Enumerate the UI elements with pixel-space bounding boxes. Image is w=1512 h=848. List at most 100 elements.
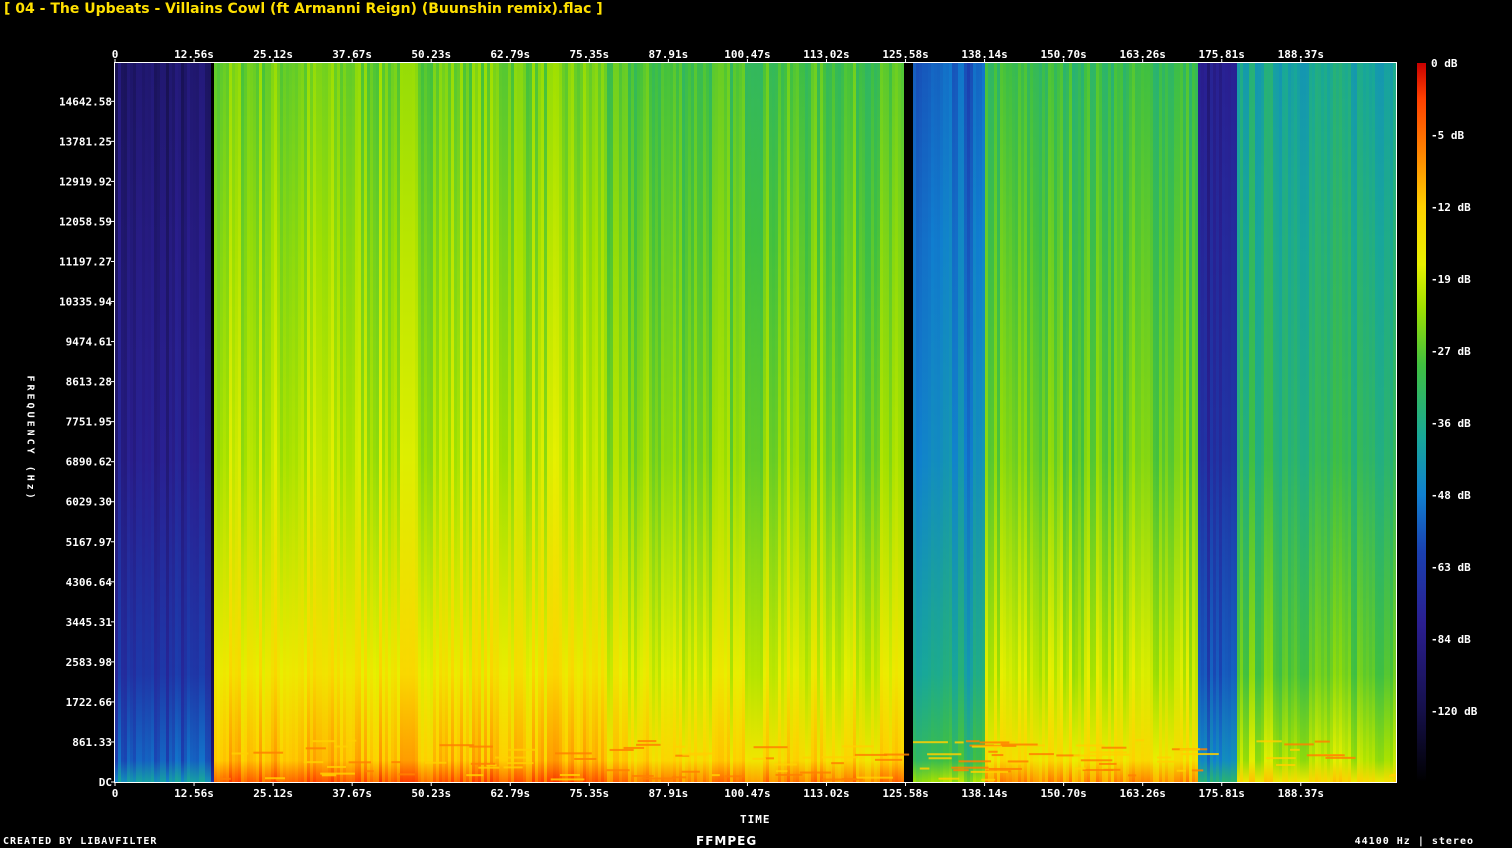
spectrogram-column: [604, 63, 607, 782]
spectrogram-column: [772, 63, 775, 782]
spectrogram-column: [1072, 63, 1075, 782]
spectrogram-column: [751, 63, 754, 782]
spectrogram-column: [1258, 63, 1261, 782]
spectrogram-column: [907, 63, 910, 782]
spectrogram-column: [1165, 63, 1168, 782]
spectrogram-column: [1207, 63, 1210, 782]
harmonic-band: [231, 752, 249, 755]
spectrogram-column: [1255, 63, 1258, 782]
spectrogram-column: [232, 63, 235, 782]
harmonic-band: [637, 740, 657, 743]
x-tick-label: 87.91s: [648, 787, 688, 800]
harmonic-band: [681, 770, 700, 773]
spectrogram-column: [1282, 63, 1285, 782]
spectrogram-column: [1051, 63, 1054, 782]
spectrogram-column: [1141, 63, 1144, 782]
spectrogram-column: [793, 63, 796, 782]
spectrogram-column: [1336, 63, 1339, 782]
spectrogram-column: [1288, 63, 1291, 782]
spectrogram-column: [1057, 63, 1060, 782]
spectrogram-column: [760, 63, 763, 782]
spectrogram-column: [502, 63, 505, 782]
spectrogram-column: [700, 63, 703, 782]
harmonic-band: [682, 753, 708, 756]
spectrogram-column: [1273, 63, 1276, 782]
spectrogram-column: [937, 63, 940, 782]
spectrogram-column: [1315, 63, 1318, 782]
spectrogram-column: [655, 63, 658, 782]
spectrogram-column: [562, 63, 565, 782]
spectrogram-column: [214, 63, 217, 782]
spectrogram-column: [307, 63, 310, 782]
spectrogram-column: [925, 63, 928, 782]
spectrogram-column: [118, 63, 121, 782]
spectrogram-column: [679, 63, 682, 782]
spectrogram-column: [448, 63, 451, 782]
harmonic-band: [1256, 740, 1282, 743]
spectrogram-column: [1381, 63, 1384, 782]
spectrogram-column: [1339, 63, 1342, 782]
spectrogram-column: [421, 63, 424, 782]
spectrogram-column: [769, 63, 772, 782]
spectrogram-column: [694, 63, 697, 782]
spectrogram-column: [427, 63, 430, 782]
spectrogram-column: [574, 63, 577, 782]
spectrogram-column: [1366, 63, 1369, 782]
spectrogram-columns: [115, 63, 1396, 782]
spectrogram-column: [886, 63, 889, 782]
spectrogram-column: [1153, 63, 1156, 782]
spectrogram-column: [919, 63, 922, 782]
spectrogram-column: [913, 63, 916, 782]
spectrogram-column: [622, 63, 625, 782]
spectrogram-column: [940, 63, 943, 782]
y-tick-label: 5167.97: [66, 536, 112, 549]
spectrogram-column: [1231, 63, 1234, 782]
x-axis-top: 0 12.56s 25.12s 37.67s 50.23s 62.79s 75.35s 87.…: [112, 48, 1324, 63]
spectrogram-column: [1291, 63, 1294, 782]
spectrogram-column: [124, 63, 127, 782]
spectrogram-column: [1342, 63, 1345, 782]
spectrogram-column: [1261, 63, 1264, 782]
harmonic-band: [1156, 756, 1172, 759]
x-tick-label: 163.26s: [1120, 787, 1166, 800]
spectrogram-column: [712, 63, 715, 782]
spectrogram-column: [595, 63, 598, 782]
spectrogram-column: [757, 63, 760, 782]
spectrogram-column: [1066, 63, 1069, 782]
x-tick-label: 50.23s: [411, 787, 451, 800]
harmonic-band: [334, 745, 348, 748]
colorbar-label: -5 dB: [1431, 129, 1464, 142]
spectrogram-column: [1333, 63, 1336, 782]
spectrogram-column: [457, 63, 460, 782]
spectrogram-column: [1033, 63, 1036, 782]
spectrogram-column: [481, 63, 484, 782]
x-tick-label: 138.14s: [961, 48, 1007, 61]
spectrogram-column: [994, 63, 997, 782]
created-by-text: CREATED BY LIBAVFILTER: [3, 836, 158, 847]
spectrogram-column: [1309, 63, 1312, 782]
spectrogram-column: [1270, 63, 1273, 782]
spectrogram-column: [172, 63, 175, 782]
spectrogram-column: [406, 63, 409, 782]
spectrogram-column: [1186, 63, 1189, 782]
spectrogram-column: [355, 63, 358, 782]
y-tick-label: 861.33: [72, 736, 112, 749]
spectrogram-column: [1021, 63, 1024, 782]
spectrogram-column: [175, 63, 178, 782]
x-tick-label: 175.81s: [1199, 787, 1245, 800]
y-tick-label: 3445.31: [66, 616, 113, 629]
y-tick-label: 2583.98: [66, 656, 112, 669]
spectrogram-column: [445, 63, 448, 782]
spectrogram-column: [1192, 63, 1195, 782]
harmonic-band: [1007, 760, 1029, 763]
spectrogram-column: [229, 63, 232, 782]
spectrogram-column: [1294, 63, 1297, 782]
spectrogram-column: [1222, 63, 1225, 782]
spectrogram-column: [1135, 63, 1138, 782]
spectrogram-column: [139, 63, 142, 782]
spectrogram-column: [1111, 63, 1114, 782]
spectrogram-column: [928, 63, 931, 782]
spectrogram-column: [184, 63, 187, 782]
spectrogram-column: [235, 63, 238, 782]
spectrogram-column: [187, 63, 190, 782]
